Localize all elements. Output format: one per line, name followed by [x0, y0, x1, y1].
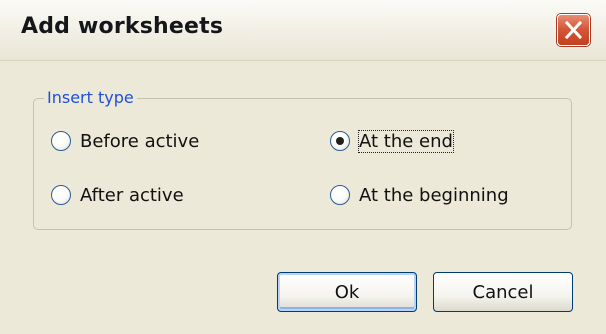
radio-at-the-end[interactable]: At the end: [330, 128, 454, 154]
dialog-title: Add worksheets: [21, 14, 224, 39]
ok-button[interactable]: Ok: [277, 272, 417, 312]
radio-at-the-beginning[interactable]: At the beginning: [330, 182, 509, 208]
cancel-button[interactable]: Cancel: [433, 272, 573, 312]
add-worksheets-dialog: Add worksheets Insert type Before active…: [0, 0, 606, 334]
radio-label: At the end: [358, 129, 454, 153]
radio-button-selected-icon[interactable]: [330, 131, 350, 151]
radio-label: At the beginning: [359, 184, 509, 206]
radio-before-active[interactable]: Before active: [51, 128, 199, 154]
radio-label: After active: [80, 184, 184, 206]
close-button[interactable]: [557, 14, 590, 46]
radio-button-icon[interactable]: [330, 185, 350, 205]
dialog-titlebar[interactable]: Add worksheets: [0, 0, 606, 61]
radio-button-icon[interactable]: [51, 131, 71, 151]
radio-label: Before active: [80, 130, 200, 152]
radio-after-active[interactable]: After active: [51, 182, 184, 208]
radio-dot-icon: [336, 137, 344, 145]
insert-type-label: Insert type: [44, 88, 137, 108]
radio-button-icon[interactable]: [51, 185, 71, 205]
insert-type-groupbox: [33, 98, 572, 230]
